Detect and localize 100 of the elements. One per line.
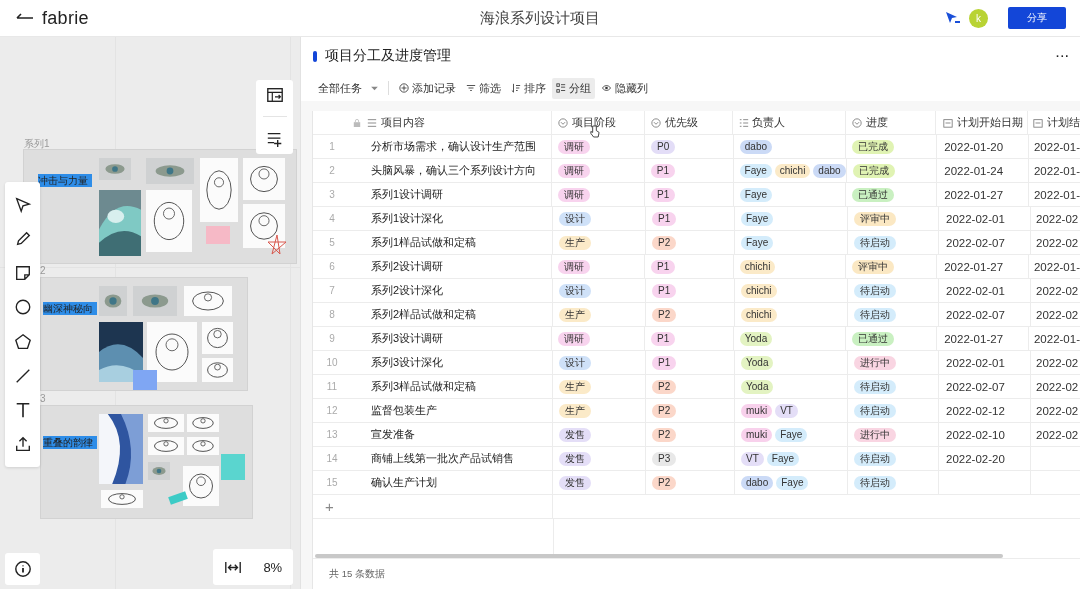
table-cell: 2022-02-12 xyxy=(946,404,1005,417)
stage-tag: 调研 xyxy=(558,187,591,202)
column-header[interactable]: 计划结 xyxy=(1028,111,1080,134)
owner-tag: chichi xyxy=(741,283,777,298)
priority-tag: P1 xyxy=(651,187,676,202)
stage-tag: 发售 xyxy=(559,451,591,466)
table-cell: 系列3设计调研 xyxy=(371,331,444,346)
table-cell: 2022-02-07 xyxy=(946,308,1005,321)
priority-tag: P2 xyxy=(652,379,677,394)
priority-tag: P2 xyxy=(652,475,677,490)
table-cell: 宣发准备 xyxy=(371,427,415,442)
owner-tag: VT xyxy=(775,403,798,418)
view-dropdown[interactable]: 全部任务 xyxy=(318,80,379,96)
priority-tag: P0 xyxy=(651,139,676,154)
table-cell: 2022-02 xyxy=(1036,236,1079,249)
priority-tag: P2 xyxy=(652,427,677,442)
share-button[interactable]: 分享 xyxy=(1008,7,1066,29)
stage-tag: 生产 xyxy=(559,235,591,250)
record-count: 共 15 条数据 xyxy=(329,567,385,581)
table-cell: 2022-02 xyxy=(1036,404,1079,417)
owner-tag: VT xyxy=(741,451,764,466)
progress-tag: 进行中 xyxy=(854,427,896,442)
row-number: 14 xyxy=(325,453,339,464)
progress-tag: 待启动 xyxy=(854,475,896,490)
owner-tag: Yoda xyxy=(741,379,774,394)
group-button[interactable]: 分组 xyxy=(552,77,595,99)
priority-tag: P2 xyxy=(652,307,677,322)
column-title: 项目内容 xyxy=(381,115,425,130)
table-cell: 系列2设计调研 xyxy=(371,259,444,274)
row-number: 2 xyxy=(328,165,336,176)
table-cell: 2022-01- xyxy=(1033,188,1080,201)
owner-tag: muki xyxy=(741,427,773,442)
priority-tag: P2 xyxy=(652,403,677,418)
column-header[interactable]: 进度 xyxy=(845,111,937,134)
owner-tag: Faye xyxy=(775,427,808,442)
table-cell: 2022-01-27 xyxy=(944,332,1004,345)
table-cell: 2022-02 xyxy=(1036,428,1079,441)
stage-tag: 生产 xyxy=(559,403,591,418)
progress-tag: 待启动 xyxy=(854,307,896,322)
column-title: 计划开始日期 xyxy=(957,115,1024,130)
progress-tag: 已完成 xyxy=(852,139,895,154)
column-header[interactable]: 计划开始日期 xyxy=(936,111,1028,134)
table-cell: 2022-02 xyxy=(1036,380,1079,393)
owner-tag: chichi xyxy=(774,163,811,178)
table-cell: 2022-02-01 xyxy=(946,356,1005,369)
owner-tag: Faye xyxy=(739,187,772,202)
column-title: 项目阶段 xyxy=(572,115,617,130)
table-cell: 2022-02-20 xyxy=(946,452,1005,465)
progress-tag: 评审中 xyxy=(852,259,895,274)
priority-tag: P1 xyxy=(652,355,677,370)
board-title: 重叠的韵律 xyxy=(43,436,97,449)
table-cell: 2022-02 xyxy=(1036,212,1079,225)
board-title: 冲击与力量 xyxy=(38,174,92,187)
column-header[interactable]: 项目内容 xyxy=(313,111,553,134)
row-number: 15 xyxy=(325,477,339,488)
table-cell: 监督包装生产 xyxy=(371,403,437,418)
table-cell: 系列2设计深化 xyxy=(371,283,444,298)
owner-tag: Faye xyxy=(741,211,774,226)
table-cell: 2022-01- xyxy=(1033,164,1080,177)
logo: fabrie xyxy=(42,7,89,29)
stage-tag: 调研 xyxy=(558,139,591,154)
filter-button[interactable]: 筛选 xyxy=(462,77,505,99)
table-cell: 2022-01-20 xyxy=(944,140,1004,153)
progress-tag: 已通过 xyxy=(852,187,895,202)
table-cell: 2022-02-10 xyxy=(946,428,1005,441)
board-label: 系列1 xyxy=(24,137,50,151)
column-title: 优先级 xyxy=(664,115,698,130)
sort-button[interactable]: 排序 xyxy=(507,77,550,99)
hide-columns-button[interactable]: 隐藏列 xyxy=(597,77,652,99)
row-number: 9 xyxy=(328,333,336,344)
priority-tag: P1 xyxy=(650,163,676,178)
priority-tag: P1 xyxy=(652,283,677,298)
add-record-button[interactable]: 添加记录 xyxy=(395,77,460,99)
row-number: 13 xyxy=(325,429,339,440)
table-cell: 2022-01- xyxy=(1033,140,1080,153)
moodboard[interactable]: 幽深神秘向 xyxy=(40,277,248,391)
row-number: 10 xyxy=(325,357,339,368)
zoom-level[interactable]: 8% xyxy=(263,559,283,575)
add-row-button[interactable]: + xyxy=(319,498,334,515)
board-label: 2 xyxy=(40,265,46,276)
column-header[interactable]: 负责人 xyxy=(733,111,846,134)
table-cell: 确认生产计划 xyxy=(371,475,437,490)
owner-tag: chichi xyxy=(741,307,777,322)
progress-tag: 已通过 xyxy=(852,331,895,346)
stage-tag: 调研 xyxy=(558,163,591,178)
moodboard[interactable]: 冲击与力量 xyxy=(23,149,297,264)
table-cell: 2022-01- xyxy=(1033,260,1080,273)
table-cell: 2022-02-01 xyxy=(946,212,1005,225)
table-cell: 2022-01- xyxy=(1033,332,1080,345)
table-cell: 2022-02-07 xyxy=(946,236,1005,249)
progress-tag: 待启动 xyxy=(854,379,896,394)
owner-tag: Yoda xyxy=(741,355,774,370)
priority-tag: P1 xyxy=(652,211,677,226)
more-button[interactable]: ··· xyxy=(1056,50,1070,62)
board-label: 3 xyxy=(40,393,46,404)
owner-tag: dabo xyxy=(813,163,846,178)
column-header[interactable]: 优先级 xyxy=(644,111,734,134)
progress-tag: 待启动 xyxy=(854,403,896,418)
column-header[interactable]: 项目阶段 xyxy=(552,111,645,134)
progress-tag: 待启动 xyxy=(854,283,896,298)
